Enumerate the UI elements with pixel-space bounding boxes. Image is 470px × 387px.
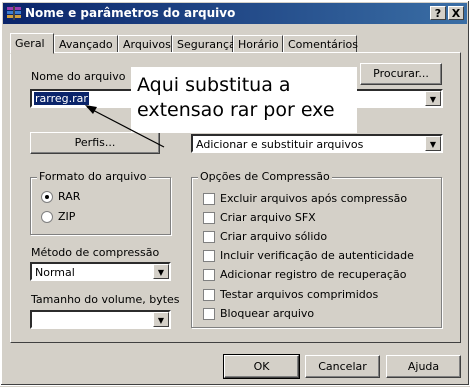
help-button[interactable]: Ajuda <box>386 355 461 378</box>
arrow-line <box>86 106 165 148</box>
tab-geral[interactable]: Geral <box>10 33 54 54</box>
ok-button[interactable]: OK <box>223 354 300 379</box>
cancel-button[interactable]: Cancelar <box>305 355 380 378</box>
annotation-arrow <box>85 105 165 148</box>
dialog-window: Nome e parâmetros do arquivo ? X Geral A… <box>0 0 470 386</box>
arrow-head-icon <box>85 105 97 114</box>
